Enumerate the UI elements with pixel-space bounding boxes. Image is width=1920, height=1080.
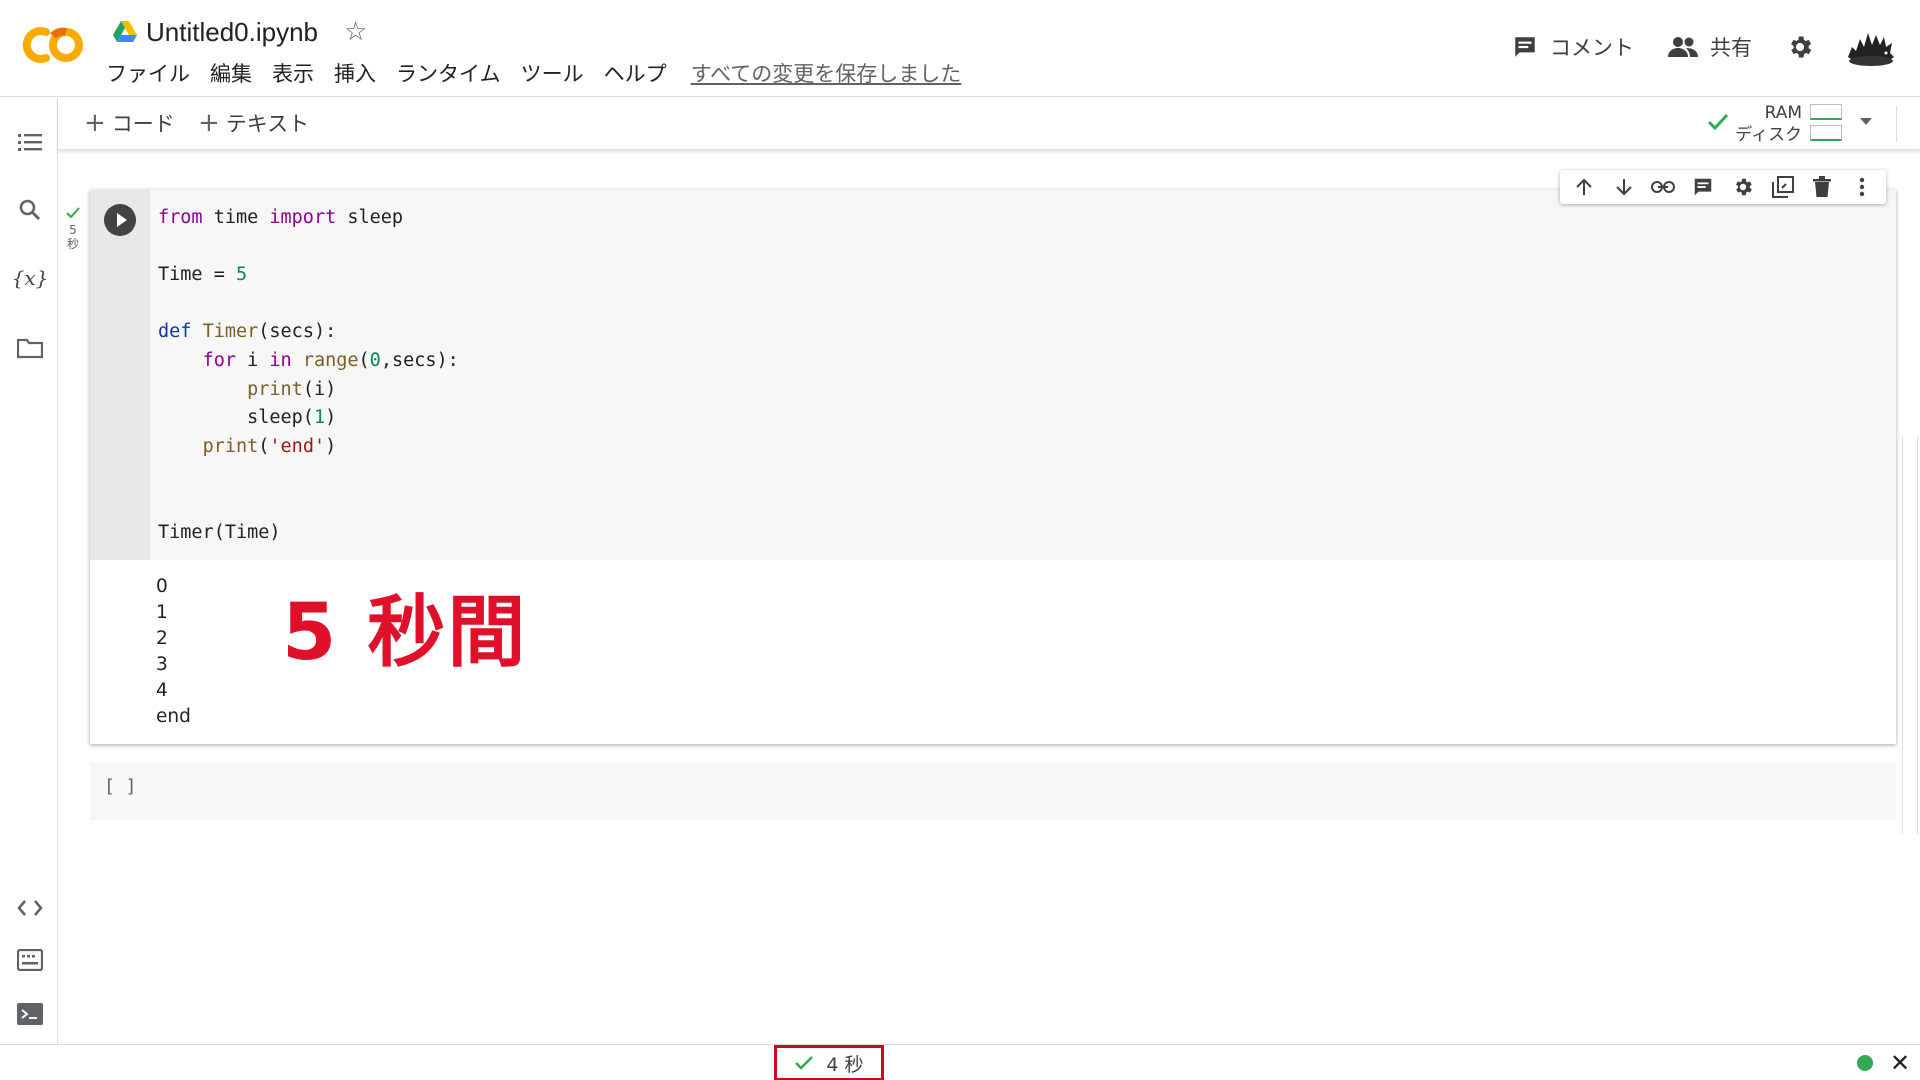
- annotation-label: 5 秒間: [282, 588, 528, 678]
- menu-tools[interactable]: ツール: [521, 58, 584, 88]
- menu-help[interactable]: ヘルプ: [604, 58, 667, 88]
- code-line: print('end'): [202, 435, 337, 457]
- code-line: Timer(Time): [158, 521, 281, 543]
- cell-gutter: [90, 190, 150, 560]
- comment-label: コメント: [1550, 36, 1634, 60]
- save-status-link[interactable]: すべての変更を保存しました: [691, 58, 962, 88]
- comment-button[interactable]: コメント: [1512, 32, 1634, 62]
- check-icon: [66, 207, 80, 219]
- output-line: end: [156, 706, 191, 727]
- chevron-up-icon[interactable]: [1916, 110, 1920, 134]
- share-label: 共有: [1710, 36, 1752, 60]
- add-text-button[interactable]: + テキスト: [198, 108, 309, 138]
- execution-status: 5 秒: [62, 206, 84, 251]
- menu-view[interactable]: 表示: [272, 58, 314, 88]
- runtime-dropdown-icon[interactable]: [1860, 118, 1872, 125]
- toc-icon[interactable]: [16, 128, 44, 156]
- comment-icon: [1515, 37, 1535, 57]
- empty-code-cell[interactable]: [ ]: [90, 762, 1896, 820]
- resource-bars[interactable]: [1810, 104, 1842, 146]
- ram-label: RAM: [1764, 103, 1802, 123]
- code-cell[interactable]: from time import sleep Time = 5 def Time…: [90, 170, 1896, 744]
- code-snippets-icon[interactable]: [16, 894, 44, 922]
- move-up-icon[interactable]: [1571, 174, 1597, 200]
- move-down-icon[interactable]: [1611, 174, 1637, 200]
- toolbar-divider: [1896, 106, 1897, 142]
- duration-text: 4 秒: [826, 1053, 864, 1076]
- add-text-label: テキスト: [225, 112, 310, 136]
- menu-edit[interactable]: 編集: [210, 58, 252, 88]
- disk-bar: [1810, 125, 1842, 141]
- output-line: 4: [156, 680, 168, 701]
- code-line: def Timer(secs):: [158, 321, 337, 343]
- folder-icon[interactable]: [16, 334, 44, 362]
- left-sidebar: {x}: [0, 98, 58, 1044]
- link-icon[interactable]: [1650, 174, 1676, 200]
- exec-time-unit: 秒: [66, 237, 79, 251]
- plus-icon: +: [198, 108, 220, 138]
- execution-duration[interactable]: 4 秒: [774, 1045, 884, 1080]
- title-row: Untitled0.ipynb ☆: [112, 14, 367, 50]
- menu-bar: ファイル 編集 表示 挿入 ランタイム ツール ヘルプ すべての変更を保存しまし…: [106, 58, 981, 88]
- resource-labels[interactable]: RAM ディスク: [1734, 102, 1802, 146]
- colab-logo[interactable]: [20, 22, 86, 68]
- output-line: 1: [156, 602, 168, 623]
- code-line: print(i): [247, 378, 337, 400]
- terminal-icon[interactable]: [16, 1000, 44, 1028]
- settings-icon[interactable]: [1730, 174, 1756, 200]
- connection-status-dot: [1857, 1055, 1873, 1071]
- connected-check-icon: [1707, 113, 1729, 131]
- delete-icon[interactable]: [1809, 174, 1835, 200]
- code-line: for i in range(0,secs):: [202, 349, 459, 371]
- comment-icon[interactable]: [1690, 174, 1716, 200]
- disk-label: ディスク: [1735, 125, 1802, 145]
- share-button[interactable]: 共有: [1668, 32, 1752, 62]
- exec-time-value: 5: [69, 223, 77, 237]
- more-icon[interactable]: [1849, 174, 1875, 200]
- run-cell-button[interactable]: [104, 204, 136, 236]
- notebook-toolbar: + コード + テキスト RAM ディスク: [58, 98, 1920, 150]
- command-palette-icon[interactable]: [16, 946, 44, 974]
- mirror-cell-icon[interactable]: [1770, 174, 1796, 200]
- cell-toolbar: [1560, 170, 1886, 204]
- code-line: Time = 5: [158, 264, 248, 286]
- output-line: 3: [156, 654, 168, 675]
- code-line: from time import sleep: [158, 207, 404, 228]
- app-header: Untitled0.ipynb ☆ ファイル 編集 表示 挿入 ランタイム ツー…: [0, 0, 1920, 97]
- code-line: sleep(1): [158, 407, 337, 429]
- variables-icon[interactable]: {x}: [12, 264, 49, 292]
- cell-prompt: [ ]: [104, 776, 137, 797]
- user-avatar[interactable]: [1846, 27, 1896, 67]
- check-icon: [795, 1056, 814, 1070]
- ram-bar: [1810, 104, 1842, 120]
- plus-icon: +: [84, 108, 106, 138]
- menu-runtime[interactable]: ランタイム: [396, 58, 501, 88]
- code-editor[interactable]: from time import sleep Time = 5 def Time…: [150, 190, 1896, 560]
- header-actions: コメント 共有: [1512, 26, 1896, 68]
- vertical-scrollbar[interactable]: [1902, 436, 1918, 834]
- status-bar: 4 秒 ✕: [0, 1044, 1920, 1080]
- settings-gear-icon[interactable]: [1786, 33, 1814, 61]
- output-line: 0: [156, 576, 168, 597]
- star-icon[interactable]: ☆: [344, 19, 367, 45]
- cell-output: 0 1 2 3 4 end: [156, 574, 191, 730]
- output-line: 2: [156, 628, 168, 649]
- code-content[interactable]: from time import sleep Time = 5 def Time…: [158, 204, 459, 547]
- close-icon[interactable]: ✕: [1890, 1051, 1910, 1075]
- add-code-label: コード: [111, 112, 175, 136]
- notebook-title[interactable]: Untitled0.ipynb: [146, 17, 318, 48]
- people-icon: [1668, 37, 1698, 57]
- google-drive-icon: [113, 21, 137, 42]
- menu-file[interactable]: ファイル: [106, 58, 190, 88]
- search-icon[interactable]: [16, 196, 44, 224]
- add-code-button[interactable]: + コード: [84, 108, 175, 138]
- menu-insert[interactable]: 挿入: [334, 58, 376, 88]
